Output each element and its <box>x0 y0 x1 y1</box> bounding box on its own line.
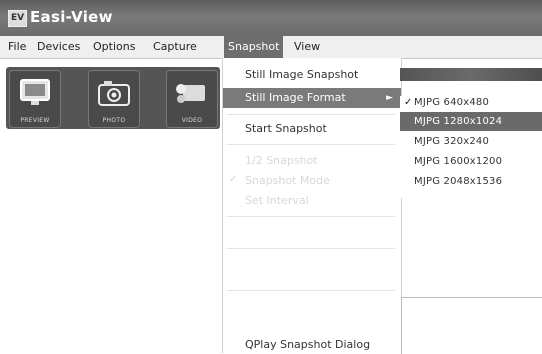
format-2048x1536[interactable]: MJPG 2048x1536 <box>414 176 502 187</box>
panel-header-band <box>400 68 542 81</box>
menu-snapshot[interactable]: Snapshot <box>224 36 284 58</box>
still-image-snapshot-item[interactable]: Still Image Snapshot <box>245 68 358 81</box>
menu-bar: File Devices Options Capture Snapshot Vi… <box>0 36 542 59</box>
menu-options[interactable]: Options <box>93 40 135 53</box>
format-320x240[interactable]: MJPG 320x240 <box>414 136 489 147</box>
still-image-format-item[interactable]: Still Image Format ► <box>223 88 401 108</box>
camera-icon <box>98 81 130 106</box>
window-title: Easi-View <box>30 8 113 26</box>
preview-label: PREVIEW <box>20 117 50 124</box>
app-logo-icon: EV <box>8 10 27 27</box>
title-bar: EV Easi-View <box>0 0 542 36</box>
menu-divider <box>227 144 395 145</box>
photo-label: PHOTO <box>102 117 126 124</box>
format-1280x1024[interactable]: MJPG 1280x1024 <box>400 112 542 131</box>
video-label: VIDEO <box>181 117 203 124</box>
disabled-option-3: Set Interval <box>245 194 309 207</box>
qplay-snapshot-dialog-item[interactable]: QPlay Snapshot Dialog <box>245 338 370 351</box>
preview-button[interactable]: PREVIEW <box>9 70 61 128</box>
snapshot-menu: Still Image Snapshot Still Image Format … <box>222 58 402 353</box>
still-image-format-label: Still Image Format <box>245 91 346 104</box>
menu-capture[interactable]: Capture <box>153 40 197 53</box>
menu-divider <box>227 216 395 217</box>
menu-divider <box>227 114 395 115</box>
video-button[interactable]: VIDEO <box>166 70 218 128</box>
submenu-arrow-icon: ► <box>386 93 393 103</box>
video-camera-icon <box>176 84 205 103</box>
format-1600x1200[interactable]: MJPG 1600x1200 <box>414 156 502 167</box>
menu-divider <box>227 290 395 291</box>
format-640x480[interactable]: MJPG 640x480 <box>414 97 489 108</box>
start-snapshot-item[interactable]: Start Snapshot <box>245 122 327 135</box>
monitor-icon <box>20 79 50 105</box>
check-icon: ✓ <box>229 174 238 185</box>
still-image-format-submenu: ✓ MJPG 640x480 MJPG 1280x1024 MJPG 320x2… <box>400 96 542 198</box>
menu-file[interactable]: File <box>8 40 26 53</box>
menu-divider <box>227 248 395 249</box>
toolbar-strip: PREVIEW PHOTO VIDEO <box>6 67 220 129</box>
disabled-option-2: Snapshot Mode <box>245 174 330 187</box>
menu-devices[interactable]: Devices <box>37 40 80 53</box>
disabled-option-1: 1/2 Snapshot <box>245 154 318 167</box>
checkmark-icon: ✓ <box>404 97 413 108</box>
photo-button[interactable]: PHOTO <box>88 70 140 128</box>
menu-view[interactable]: View <box>294 40 320 53</box>
preview-panel <box>401 297 542 354</box>
